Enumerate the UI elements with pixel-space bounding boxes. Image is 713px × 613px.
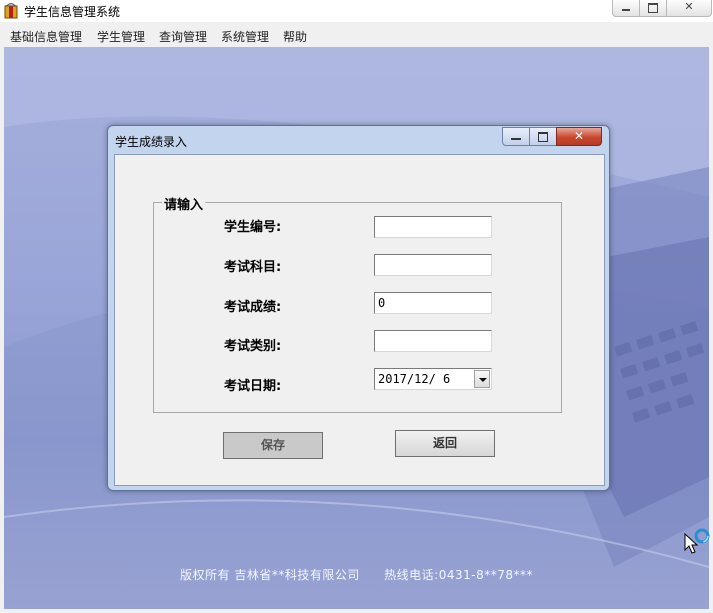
menu-bar: 基础信息管理 学生管理 查询管理 系统管理 帮助	[0, 25, 713, 46]
close-icon: ✕	[573, 129, 585, 143]
maximize-icon	[648, 3, 658, 13]
score-input[interactable]	[374, 292, 492, 314]
subject-label: 考试科目:	[224, 260, 282, 275]
close-button[interactable]: ✕	[666, 0, 712, 17]
footer-copyright: 版权所有 吉林省**科技有限公司 热线电话:0431-8**78***	[4, 566, 709, 583]
dialog-minimize-button[interactable]	[502, 127, 530, 146]
exam-date-picker[interactable]: 2017/12/ 6	[374, 368, 492, 390]
subject-input[interactable]	[374, 254, 492, 276]
exam-type-label: 考试类别:	[224, 339, 282, 354]
dialog-close-button[interactable]: ✕	[556, 127, 602, 146]
minimize-button[interactable]	[612, 0, 640, 17]
maximize-icon	[538, 132, 548, 142]
exam-date-value: 2017/12/ 6	[378, 372, 451, 386]
student-id-input[interactable]	[374, 216, 492, 238]
dialog-maximize-button[interactable]	[529, 127, 557, 146]
menu-student[interactable]: 学生管理	[97, 28, 145, 45]
menu-help[interactable]: 帮助	[283, 28, 307, 45]
exam-type-input[interactable]	[374, 330, 492, 352]
menu-basic-info[interactable]: 基础信息管理	[10, 28, 82, 45]
window-title: 学生信息管理系统	[24, 5, 121, 19]
chevron-down-icon	[479, 378, 487, 382]
groupbox-label: 请输入	[162, 194, 206, 213]
save-button[interactable]: 保存	[223, 432, 323, 459]
copyright-text: 版权所有 吉林省**科技有限公司	[180, 568, 360, 582]
score-label: 考试成绩:	[224, 300, 282, 315]
hotline-text: 热线电话:0431-8**78***	[384, 568, 533, 582]
title-bar: 学生信息管理系统 ✕	[0, 0, 713, 22]
date-dropdown-button[interactable]	[474, 370, 490, 388]
app-icon	[4, 3, 18, 19]
menu-system[interactable]: 系统管理	[221, 28, 269, 45]
student-id-label: 学生编号:	[224, 220, 282, 235]
exam-date-label: 考试日期:	[224, 379, 282, 394]
close-icon: ✕	[684, 0, 694, 13]
minimize-icon	[511, 138, 521, 140]
maximize-button[interactable]	[639, 0, 667, 17]
back-button[interactable]: 返回	[395, 430, 495, 457]
input-groupbox: 请输入 学生编号: 考试科目: 考试成绩: 考试类别: 考试日期: 2017/1…	[153, 194, 562, 413]
dialog-title: 学生成绩录入	[115, 135, 188, 149]
menu-query[interactable]: 查询管理	[159, 28, 207, 45]
score-entry-dialog: 学生成绩录入 ✕ 请输入 学生编号: 考试科目: 考试成绩: 考试类别: 考试日…	[107, 125, 610, 491]
minimize-icon	[622, 9, 630, 11]
busy-cursor-icon	[684, 528, 710, 554]
dialog-client-area: 请输入 学生编号: 考试科目: 考试成绩: 考试类别: 考试日期: 2017/1…	[114, 154, 605, 486]
